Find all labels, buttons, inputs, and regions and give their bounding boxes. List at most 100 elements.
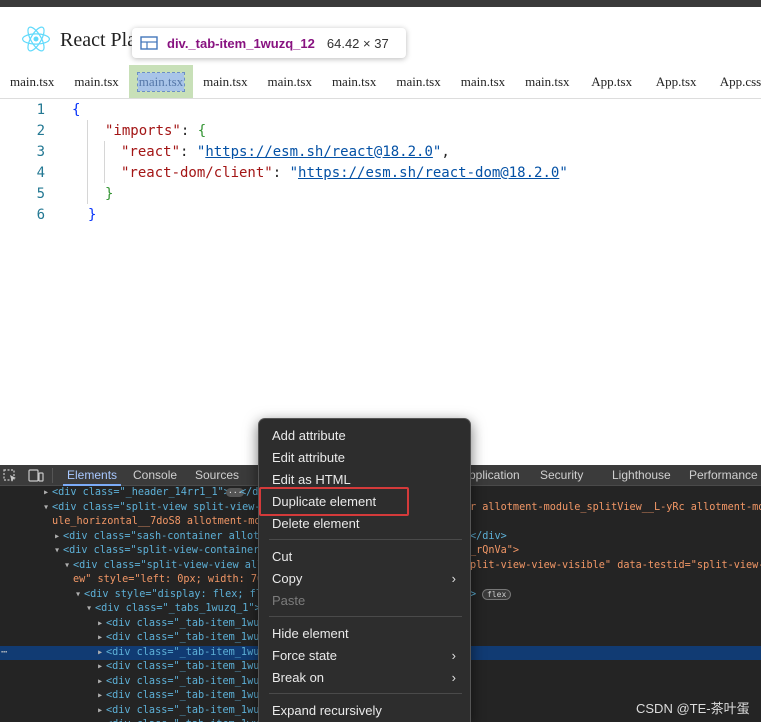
collapse-arrow-icon[interactable]: ▾: [86, 603, 92, 614]
menu-copy-label: Copy: [272, 571, 303, 586]
app-title: React Pla: [60, 29, 137, 51]
code-line: 4 "react-dom/client": "https://esm.sh/re…: [0, 162, 761, 183]
tree-node-attr: _rQnVa">: [470, 545, 520, 556]
file-tab[interactable]: main.tsx: [386, 65, 450, 98]
tab-sources[interactable]: Sources: [195, 468, 239, 482]
file-tabs: main.tsx main.tsx main.tsx main.tsx main…: [0, 65, 761, 99]
menu-separator: [269, 539, 462, 540]
code-token: "react-dom/client": [121, 164, 273, 181]
code-token: :: [180, 122, 198, 139]
code-link[interactable]: https://esm.sh/react-dom@18.2.0: [298, 165, 559, 181]
submenu-arrow-icon: ›: [451, 571, 456, 586]
tree-node: <div class="_tab-item_1wuz: [106, 675, 266, 687]
react-logo-icon: [22, 26, 50, 52]
code-token: "imports": [105, 122, 181, 139]
file-tab[interactable]: main.tsx: [515, 65, 579, 98]
file-tab[interactable]: App.tsx: [580, 65, 644, 98]
menu-force-state-label: Force state: [272, 648, 338, 663]
file-tab[interactable]: main.tsx: [64, 65, 128, 98]
tree-node: </d: [240, 487, 259, 498]
submenu-arrow-icon: ›: [451, 670, 456, 685]
collapse-arrow-icon[interactable]: ▾: [75, 589, 81, 600]
tab-console[interactable]: Console: [133, 468, 177, 482]
top-bar: [0, 0, 761, 7]
expand-arrow-icon[interactable]: ▸: [97, 690, 103, 701]
code-token: {: [72, 101, 81, 118]
code-line: 5 }: [0, 183, 761, 204]
code-link[interactable]: https://esm.sh/react@18.2.0: [205, 144, 433, 160]
tooltip-size: 64.42 × 37: [326, 35, 389, 51]
highlight-box: [259, 487, 409, 516]
file-tab[interactable]: main.tsx: [258, 65, 322, 98]
grid-icon: [140, 36, 158, 50]
file-tab[interactable]: main.tsx: [322, 65, 386, 98]
code-token: :: [180, 143, 197, 160]
expand-arrow-icon[interactable]: ▸: [97, 661, 103, 672]
collapse-arrow-icon[interactable]: ▾: [64, 560, 70, 571]
menu-edit-attribute[interactable]: Edit attribute: [272, 448, 462, 468]
code-token: "react": [121, 143, 181, 160]
tab-security[interactable]: Security: [540, 468, 583, 482]
menu-separator: [269, 693, 462, 694]
tab-divider: [52, 468, 53, 483]
tree-node-attr: r allotment-module_splitView__L-yRc allo…: [470, 501, 761, 513]
row-ellipsis[interactable]: ⋯: [1, 647, 7, 658]
code-token: :: [272, 164, 290, 181]
tab-application[interactable]: pplication: [469, 468, 520, 482]
code-token: ": [289, 164, 299, 181]
tab-lighthouse[interactable]: Lighthouse: [612, 468, 671, 482]
flex-badge[interactable]: flex: [482, 588, 512, 600]
menu-cut[interactable]: Cut: [272, 547, 462, 567]
tree-node: <div class="split-view-view all: [73, 559, 264, 571]
line-number: 3: [36, 143, 45, 160]
line-number: 2: [36, 122, 45, 139]
tree-node: <div class="split-view split-view-h: [52, 501, 267, 513]
context-menu: Add attribute Edit attribute Edit as HTM…: [258, 418, 471, 722]
tree-node: <div style="display: flex; fl: [84, 588, 262, 600]
tree-node: <div class="_tab-item_1wuz: [106, 617, 266, 629]
tab-elements[interactable]: Elements: [62, 468, 122, 486]
tree-node: </div>: [470, 530, 507, 542]
expand-arrow-icon[interactable]: ▸: [54, 531, 60, 542]
code-line: 2 "imports": {: [0, 120, 761, 141]
expand-arrow-icon[interactable]: ▸: [97, 618, 103, 629]
menu-add-attribute[interactable]: Add attribute: [272, 426, 462, 446]
expand-arrow-icon[interactable]: ▸: [97, 705, 103, 716]
expand-arrow-icon[interactable]: ▸: [97, 647, 103, 658]
code-editor[interactable]: 1 { 2 "imports": { 3 "react": "https://e…: [0, 99, 761, 465]
tree-node: <div class="_tab-item_1wuz: [106, 646, 266, 658]
menu-hide-element[interactable]: Hide element: [272, 624, 462, 644]
menu-force-state[interactable]: Force state ›: [272, 646, 462, 666]
expand-arrow-icon[interactable]: ▸: [97, 632, 103, 643]
menu-copy[interactable]: Copy ›: [272, 569, 462, 589]
file-tab[interactable]: main.tsx: [0, 65, 64, 98]
tree-node: <div class="sash-container allotm: [63, 530, 266, 542]
inspect-element-icon[interactable]: [3, 469, 17, 482]
tree-node: <div class="_tab-item_1wuz: [106, 704, 266, 716]
code-token: ": [559, 164, 568, 181]
tree-node: <div class="_tab-item_1wuz: [106, 661, 266, 672]
tree-node-attr: plit-view-view-visible" data-testid="spl…: [470, 559, 761, 571]
collapse-arrow-icon[interactable]: ▾: [54, 545, 60, 556]
expand-arrow-icon[interactable]: ▸: [97, 676, 103, 687]
device-toolbar-icon[interactable]: [28, 469, 44, 482]
menu-break-on[interactable]: Break on ›: [272, 668, 462, 688]
menu-paste: Paste: [272, 593, 306, 608]
line-number: 5: [36, 185, 45, 202]
file-tab-inspected[interactable]: main.tsx: [128, 65, 194, 98]
file-tab[interactable]: main.tsx: [193, 65, 257, 98]
tree-node-attr: ew" style="left: 0px; width: 76: [73, 574, 264, 585]
tab-performance[interactable]: Performance i: [689, 468, 761, 482]
file-tab[interactable]: App.tsx: [644, 65, 708, 98]
collapse-arrow-icon[interactable]: ▾: [43, 502, 49, 513]
menu-expand-recursively[interactable]: Expand recursively: [272, 701, 462, 721]
code-token: {: [197, 122, 207, 139]
code-line: 6 }: [0, 204, 761, 225]
file-tab[interactable]: App.css: [708, 65, 761, 98]
menu-delete-element[interactable]: Delete element: [272, 514, 462, 534]
inspect-tooltip: div._tab-item_1wuzq_12 64.42 × 37: [132, 28, 406, 58]
menu-separator: [269, 616, 462, 617]
expand-arrow-icon[interactable]: ▸: [43, 487, 49, 498]
tree-node: <div class="split-view-container: [63, 545, 260, 556]
file-tab[interactable]: main.tsx: [451, 65, 515, 98]
